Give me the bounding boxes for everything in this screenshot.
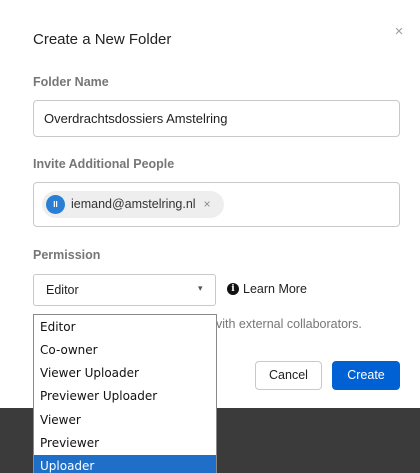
dropdown-option-editor[interactable]: Editor (34, 316, 216, 339)
collaborator-email: iemand@amstelring.nl (71, 197, 196, 211)
dropdown-option-viewer-uploader[interactable]: Viewer Uploader (34, 362, 216, 385)
dropdown-option-viewer[interactable]: Viewer (34, 409, 216, 432)
remove-collaborator-icon[interactable]: × (200, 196, 214, 212)
modal-title: Create a New Folder (33, 31, 172, 48)
collaborator-pill: II iemand@amstelring.nl × (42, 191, 224, 218)
invite-label: Invite Additional People (33, 157, 175, 171)
screen: Create a New Folder × Folder Name Invite… (0, 0, 420, 473)
helper-text-visible: vith external collaborators. (216, 317, 362, 331)
cancel-button[interactable]: Cancel (255, 361, 322, 390)
learn-more-link[interactable]: Learn More (243, 282, 307, 296)
dropdown-option-previewer[interactable]: Previewer (34, 432, 216, 455)
dropdown-option-previewer-uploader[interactable]: Previewer Uploader (34, 385, 216, 408)
folder-name-label: Folder Name (33, 75, 109, 89)
permission-label: Permission (33, 248, 101, 262)
dropdown-option-uploader[interactable]: Uploader (34, 455, 216, 473)
info-icon: i (227, 283, 239, 295)
permission-selected-value: Editor (46, 283, 79, 297)
permission-dropdown-list: Editor Co-owner Viewer Uploader Previewe… (33, 314, 217, 473)
folder-name-input[interactable] (33, 100, 400, 137)
avatar: II (46, 195, 65, 214)
dropdown-option-co-owner[interactable]: Co-owner (34, 339, 216, 362)
create-button[interactable]: Create (332, 361, 400, 390)
close-icon[interactable]: × (389, 22, 409, 42)
invite-input[interactable]: II iemand@amstelring.nl × (33, 182, 400, 227)
permission-select[interactable]: Editor ▾ (33, 274, 216, 306)
chevron-down-icon: ▾ (198, 283, 203, 293)
